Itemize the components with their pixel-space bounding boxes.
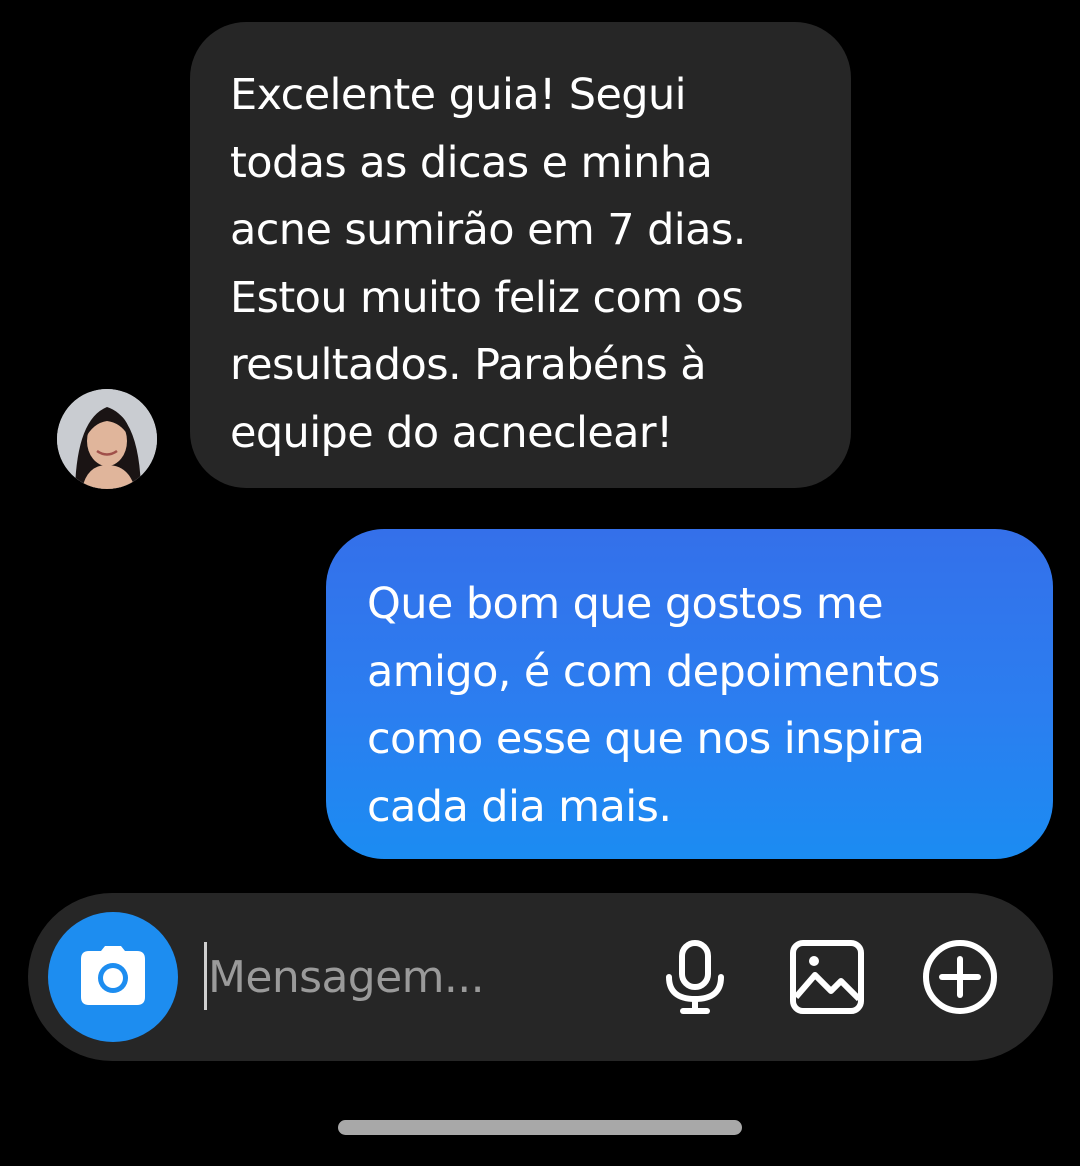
gallery-button[interactable] [787,937,867,1017]
add-button[interactable] [920,937,1000,1017]
microphone-button[interactable] [655,937,735,1017]
sent-message-text: Que bom que gostos me amigo, é com depoi… [367,579,940,832]
received-message-text: Excelente guia! Segui todas as dicas e m… [230,70,746,458]
contact-avatar[interactable] [57,389,157,489]
plus-circle-icon [923,940,997,1014]
text-cursor [204,942,207,1010]
camera-icon [81,946,145,1005]
microphone-icon [666,940,724,1014]
gallery-icon [790,940,864,1014]
avatar-image [57,389,157,489]
camera-button[interactable] [48,912,178,1042]
message-input[interactable] [208,937,628,1017]
sent-message-bubble[interactable]: Que bom que gostos me amigo, é com depoi… [326,529,1053,859]
received-message-bubble[interactable]: Excelente guia! Segui todas as dicas e m… [190,22,851,488]
home-indicator[interactable] [338,1120,742,1135]
message-composer [28,893,1053,1061]
